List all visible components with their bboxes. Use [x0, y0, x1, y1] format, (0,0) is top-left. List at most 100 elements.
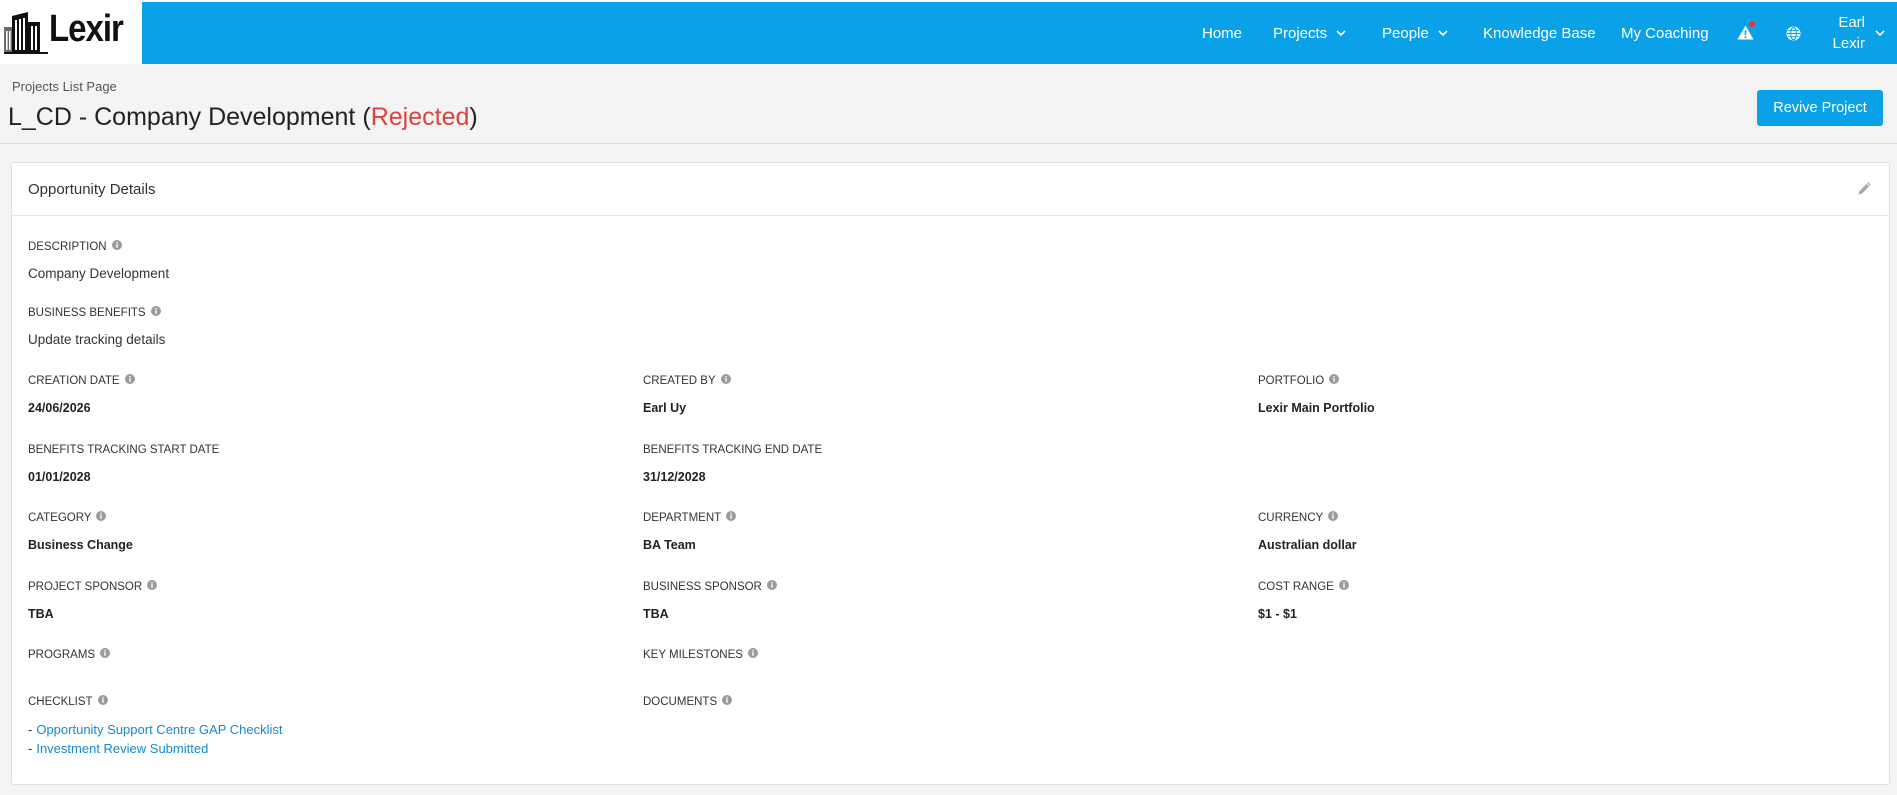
- checklist-link[interactable]: Investment Review Submitted: [36, 741, 208, 756]
- info-icon[interactable]: [722, 695, 733, 705]
- warning-icon: [1737, 25, 1754, 40]
- language-button[interactable]: [1786, 26, 1801, 46]
- list-bullet: -: [28, 741, 33, 756]
- info-icon[interactable]: [766, 580, 777, 590]
- info-icon[interactable]: [147, 580, 158, 590]
- field-currency-value: Australian dollar: [1258, 538, 1357, 552]
- info-icon[interactable]: [1328, 511, 1339, 521]
- list-bullet: -: [28, 722, 33, 737]
- nav-projects[interactable]: Projects: [1273, 2, 1346, 64]
- field-business-sponsor-label: BUSINESS SPONSOR: [643, 581, 762, 593]
- field-currency-label-row: CURRENCY: [1258, 509, 1873, 527]
- field-portfolio: PORTFOLIO Lexir Main Portfolio: [1258, 372, 1873, 417]
- checklist-link[interactable]: Opportunity Support Centre GAP Checklist: [36, 722, 282, 737]
- info-icon[interactable]: [124, 374, 135, 384]
- nav-home[interactable]: Home: [1202, 2, 1242, 64]
- field-benefits-tracking-start-date-label-row: BENEFITS TRACKING START DATE: [28, 441, 643, 459]
- field-project-sponsor: PROJECT SPONSOR TBA: [28, 578, 643, 623]
- pencil-icon[interactable]: [1857, 182, 1871, 196]
- row-checklist: CHECKLIST - Opportunity Support Centre GA…: [28, 693, 1873, 758]
- field-description-label-row: DESCRIPTION: [28, 238, 643, 256]
- info-icon[interactable]: [720, 374, 731, 384]
- field-department-label-row: DEPARTMENT: [643, 509, 1258, 527]
- lexir-logo[interactable]: Lexir: [0, 2, 142, 64]
- nav-people-label: People: [1382, 24, 1429, 42]
- info-icon[interactable]: [726, 511, 737, 521]
- field-checklist: CHECKLIST - Opportunity Support Centre GA…: [28, 693, 643, 758]
- row-sponsors: PROJECT SPONSOR TBA BUSINESS SPONSOR TBA…: [28, 578, 1873, 623]
- nav-people[interactable]: People: [1382, 2, 1448, 64]
- field-business-sponsor-label-row: BUSINESS SPONSOR: [643, 578, 1258, 596]
- info-icon[interactable]: [1338, 580, 1349, 590]
- field-project-sponsor-label: PROJECT SPONSOR: [28, 581, 143, 593]
- field-programs-label: PROGRAMS: [28, 649, 96, 661]
- field-cost-range-value: $1 - $1: [1258, 607, 1297, 621]
- opportunity-details-card: Opportunity Details DESCRIPTION Company …: [11, 162, 1890, 785]
- unread-alert-dot: [1749, 21, 1755, 27]
- nav-projects-label: Projects: [1273, 24, 1328, 42]
- field-category-label-row: CATEGORY: [28, 509, 643, 527]
- field-benefits-tracking-end-date: BENEFITS TRACKING END DATE 31/12/2028: [643, 441, 1258, 486]
- nav-knowledge-base-label: Knowledge Base: [1483, 24, 1596, 42]
- field-portfolio-value: Lexir Main Portfolio: [1258, 401, 1375, 415]
- breadcrumb-projects-list[interactable]: Projects List Page: [12, 79, 117, 94]
- revive-project-button[interactable]: Revive Project: [1757, 90, 1883, 126]
- field-benefits-tracking-start-date: BENEFITS TRACKING START DATE 01/01/2028: [28, 441, 643, 486]
- user-first-name: Earl: [1838, 14, 1865, 31]
- field-department-value: BA Team: [643, 538, 696, 552]
- field-creation-date-label-row: CREATION DATE: [28, 372, 643, 390]
- row-description: DESCRIPTION Company Development: [28, 238, 1873, 283]
- user-name: Earl Lexir: [1832, 12, 1865, 54]
- nav-home-label: Home: [1202, 24, 1243, 42]
- field-business-sponsor-value: TBA: [643, 607, 669, 621]
- card-header: Opportunity Details: [12, 163, 1889, 216]
- field-cost-range-label-row: COST RANGE: [1258, 578, 1873, 596]
- field-checklist-label-row: CHECKLIST: [28, 693, 643, 711]
- field-category: CATEGORY Business Change: [28, 509, 643, 554]
- info-icon[interactable]: [111, 240, 122, 250]
- project-name: L_CD - Company Development: [8, 103, 356, 131]
- field-department-label: DEPARTMENT: [643, 512, 722, 524]
- info-icon[interactable]: [97, 695, 108, 705]
- field-key-milestones-label: KEY MILESTONES: [643, 649, 743, 661]
- chevron-down-icon: [1438, 30, 1448, 36]
- field-benefits-tracking-end-date-label-row: BENEFITS TRACKING END DATE: [643, 441, 1258, 459]
- nav-my-coaching-label: My Coaching: [1621, 24, 1709, 42]
- top-navigation-bar: Lexir Home Projects People Knowledge Bas…: [0, 2, 1897, 64]
- list-item: - Investment Review Submitted: [28, 739, 643, 758]
- field-key-milestones-label-row: KEY MILESTONES: [643, 646, 1258, 664]
- row-benefits-tracking: BENEFITS TRACKING START DATE 01/01/2028 …: [28, 441, 1873, 486]
- field-description: DESCRIPTION Company Development: [28, 238, 643, 283]
- logo-wordmark: Lexir: [49, 6, 124, 49]
- info-icon[interactable]: [1329, 374, 1340, 384]
- field-business-benefits-label: BUSINESS BENEFITS: [28, 307, 146, 319]
- field-portfolio-label: PORTFOLIO: [1258, 375, 1325, 387]
- chevron-down-icon: [1875, 30, 1885, 36]
- field-business-benefits-value: Update tracking details: [28, 332, 166, 347]
- info-icon[interactable]: [747, 648, 758, 658]
- alerts-button[interactable]: [1737, 21, 1755, 40]
- globe-icon: [1786, 26, 1801, 41]
- info-icon[interactable]: [100, 648, 111, 658]
- field-category-value: Business Change: [28, 538, 133, 552]
- info-icon[interactable]: [150, 306, 161, 316]
- status-paren-open: (: [362, 103, 371, 131]
- field-checklist-label: CHECKLIST: [28, 696, 93, 708]
- field-project-sponsor-value: TBA: [28, 607, 54, 621]
- chevron-down-icon: [1336, 30, 1346, 36]
- nav-my-coaching[interactable]: My Coaching: [1621, 2, 1709, 64]
- user-menu[interactable]: Earl Lexir: [1832, 2, 1885, 64]
- field-benefits-tracking-end-date-label: BENEFITS TRACKING END DATE: [643, 444, 823, 456]
- list-item: - Opportunity Support Centre GAP Checklis…: [28, 720, 643, 739]
- row-business-benefits: BUSINESS BENEFITS Update tracking detail…: [28, 304, 1873, 349]
- status-paren-close: ): [469, 103, 478, 131]
- header-divider: [0, 143, 1897, 144]
- page-title: L_CD - Company Development (Rejected): [8, 101, 478, 133]
- field-description-value: Company Development: [28, 266, 170, 281]
- card-title: Opportunity Details: [28, 181, 156, 198]
- field-currency: CURRENCY Australian dollar: [1258, 509, 1873, 554]
- info-icon[interactable]: [96, 511, 107, 521]
- building-icon: [4, 12, 48, 54]
- nav-knowledge-base[interactable]: Knowledge Base: [1483, 2, 1596, 64]
- field-programs-label-row: PROGRAMS: [28, 646, 643, 664]
